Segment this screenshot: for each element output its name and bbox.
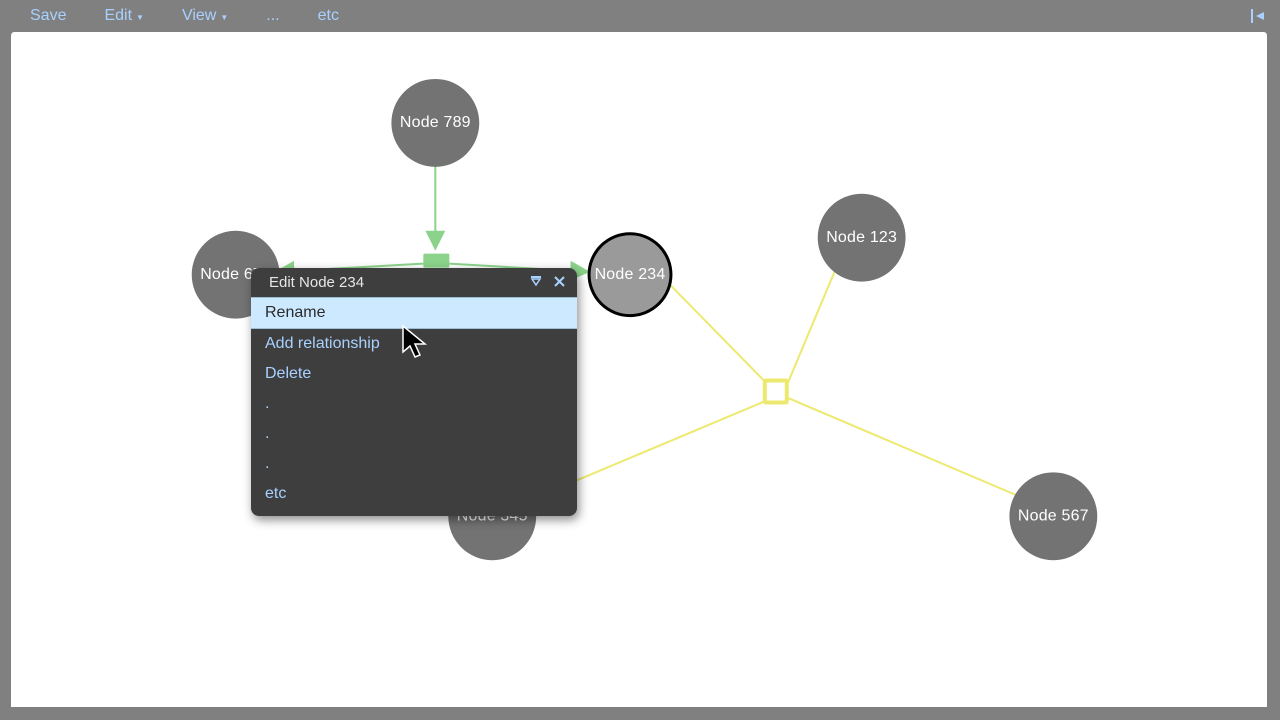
node-567[interactable]: Node 567: [1009, 472, 1097, 560]
edge-hub-567-yellow[interactable]: [787, 397, 1022, 497]
collapse-panel-icon[interactable]: [1250, 8, 1266, 24]
node-label: Node 789: [400, 114, 471, 131]
context-menu-list: Rename Add relationship Delete . . . etc: [251, 297, 577, 516]
context-menu-title: Edit Node 234: [269, 274, 364, 291]
node-789[interactable]: Node 789: [391, 79, 479, 167]
toolbar-etc[interactable]: etc: [318, 7, 339, 25]
toolbar-save[interactable]: Save: [30, 7, 66, 25]
edge-hub-123-yellow[interactable]: [787, 267, 837, 386]
context-menu-item-etc[interactable]: etc: [251, 479, 577, 516]
chevron-down-icon: ▼: [220, 13, 228, 22]
hub-green[interactable]: [423, 254, 449, 268]
node-label: Node 567: [1018, 507, 1089, 524]
toolbar-view-label: View: [182, 7, 216, 25]
toolbar-more[interactable]: ...: [266, 7, 279, 25]
chevron-down-icon: ▼: [136, 13, 144, 22]
toolbar-edit[interactable]: Edit ▼: [104, 7, 144, 25]
hub-yellow[interactable]: [765, 380, 787, 402]
toolbar-view[interactable]: View ▼: [182, 7, 228, 25]
context-menu-item-more[interactable]: .: [251, 419, 577, 449]
context-menu-item-delete[interactable]: Delete: [251, 359, 577, 389]
context-menu-item-rename[interactable]: Rename: [251, 297, 577, 329]
minimize-icon[interactable]: [530, 275, 542, 290]
context-menu-item-add-relationship[interactable]: Add relationship: [251, 329, 577, 359]
panel-controls: [1244, 0, 1272, 32]
main-toolbar: Save Edit ▼ View ▼ ... etc: [0, 0, 369, 32]
node-234[interactable]: Node 234: [589, 234, 671, 316]
graph-canvas[interactable]: Node 789 Node 678 Node 123 Node 345 Node…: [10, 32, 1268, 708]
toolbar-edit-label: Edit: [104, 7, 132, 25]
edge-234-hub-yellow[interactable]: [669, 284, 767, 384]
context-menu-item-more[interactable]: .: [251, 389, 577, 419]
node-123[interactable]: Node 123: [818, 194, 906, 282]
context-menu: Edit Node 234 Rename Add relationship De…: [251, 268, 577, 516]
node-label: Node 234: [595, 266, 666, 283]
context-menu-item-more[interactable]: .: [251, 449, 577, 479]
node-label: Node 123: [826, 229, 897, 246]
context-menu-header: Edit Node 234: [251, 268, 577, 297]
close-icon[interactable]: [554, 275, 565, 290]
